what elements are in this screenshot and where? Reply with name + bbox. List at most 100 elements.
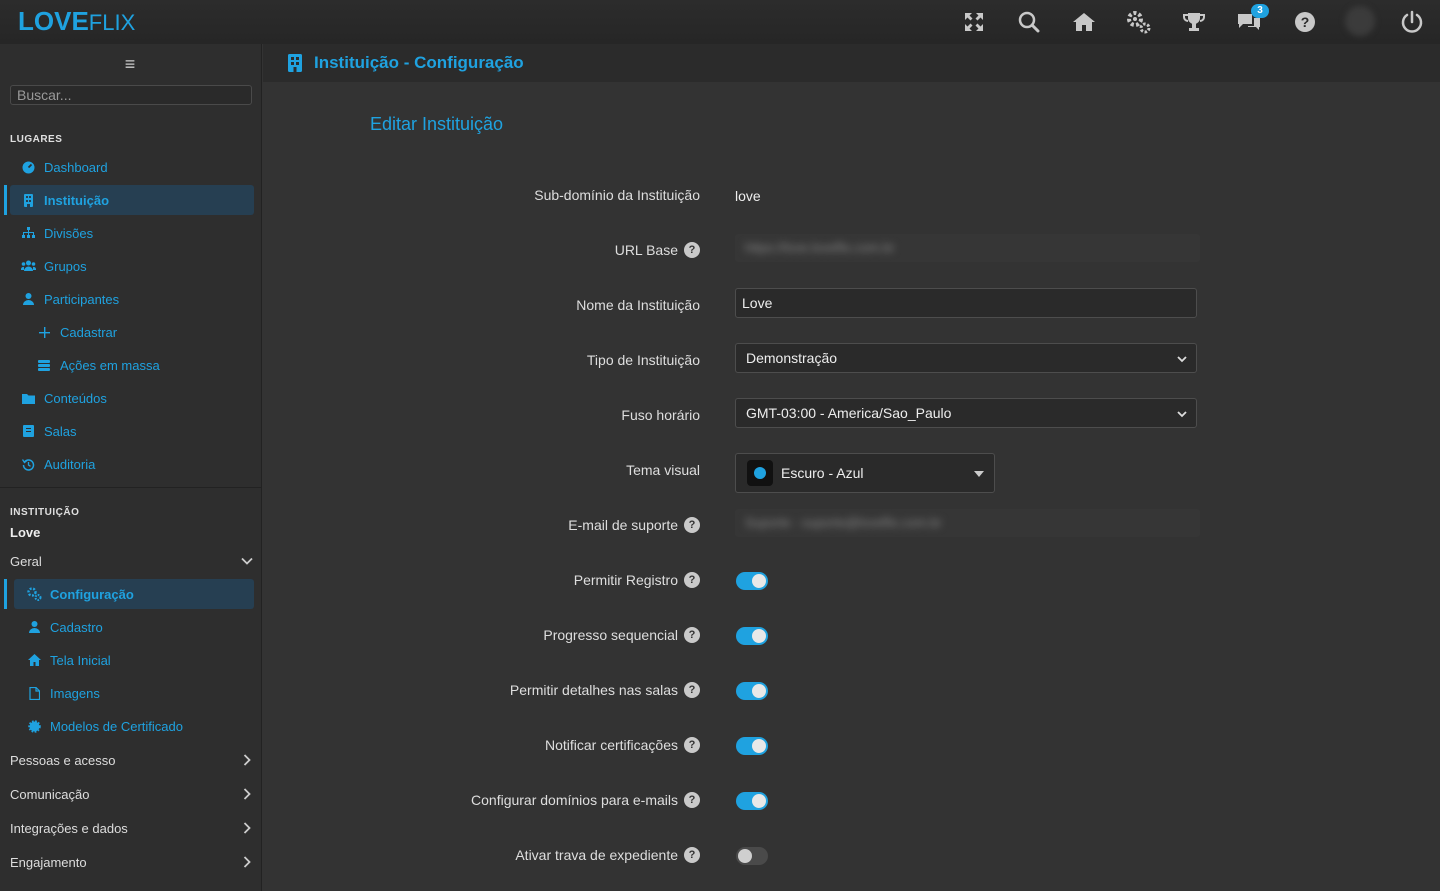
sidebar-item-label: Instituição xyxy=(44,192,110,208)
toggle-progresso-sequencial[interactable] xyxy=(736,627,768,645)
sidebar-item-participantes[interactable]: Participantes xyxy=(10,284,254,314)
chevron-down-icon xyxy=(1177,411,1187,418)
plus-icon xyxy=(36,324,52,340)
sidebar-item-grupos[interactable]: Grupos xyxy=(10,251,254,281)
toggle-notificar-certificacoes[interactable] xyxy=(736,737,768,755)
sidebar-group-geral[interactable]: Geral xyxy=(0,546,262,576)
toggle-permitir-registro[interactable] xyxy=(736,572,768,590)
app-logo[interactable]: LOVEFLIX xyxy=(18,6,135,37)
folder-icon xyxy=(20,390,36,406)
sidebar-group-integracoes[interactable]: Integrações e dados xyxy=(0,813,262,843)
certificate-icon xyxy=(26,718,42,734)
help-icon[interactable]: ? xyxy=(684,792,700,808)
file-icon xyxy=(26,685,42,701)
type-label: Tipo de Instituição xyxy=(586,352,700,368)
sidebar-item-dashboard[interactable]: Dashboard xyxy=(10,152,254,182)
trophy-icon[interactable] xyxy=(1180,8,1208,36)
user-icon xyxy=(26,619,42,635)
chevron-right-icon xyxy=(243,788,251,800)
sidebar-item-label: Salas xyxy=(44,423,77,439)
sidebar-item-label: Divisões xyxy=(44,225,94,241)
theme-label: Tema visual xyxy=(626,462,700,478)
group-label: Engajamento xyxy=(10,854,87,870)
sidebar-group-engajamento[interactable]: Engajamento xyxy=(0,847,262,877)
sidebar-item-divisoes[interactable]: Divisões xyxy=(10,218,254,248)
toggle-label-trava-expediente: Ativar trava de expediente? xyxy=(515,847,700,863)
settings-icon[interactable] xyxy=(1125,8,1153,36)
chat-badge: 3 xyxy=(1251,4,1269,18)
sidebar-item-configuracao[interactable]: Configuração xyxy=(14,579,254,609)
active-indicator xyxy=(4,185,7,215)
toggle-label-permitir-registro: Permitir Registro? xyxy=(574,572,700,588)
theme-select[interactable]: Escuro - Azul xyxy=(735,453,995,493)
toggle-trava-expediente[interactable] xyxy=(736,847,768,865)
select-value: GMT-03:00 - America/Sao_Paulo xyxy=(746,405,952,421)
sidebar-search-input[interactable] xyxy=(10,85,252,105)
active-indicator xyxy=(4,579,7,609)
help-icon[interactable]: ? xyxy=(1291,8,1319,36)
select-value: Escuro - Azul xyxy=(781,465,864,481)
toggle-label-detalhes-salas: Permitir detalhes nas salas? xyxy=(510,682,700,698)
help-icon[interactable]: ? xyxy=(684,517,700,533)
help-icon[interactable]: ? xyxy=(684,682,700,698)
subdomain-value: love xyxy=(735,188,761,204)
group-label: Geral xyxy=(10,553,42,569)
help-icon[interactable]: ? xyxy=(684,627,700,643)
url-label: URL Base? xyxy=(615,242,700,258)
sidebar-item-conteudos[interactable]: Conteúdos xyxy=(10,383,254,413)
page-header: Instituição - Configuração xyxy=(263,44,1440,82)
cogs-icon xyxy=(26,586,42,602)
chevron-right-icon xyxy=(243,856,251,868)
fullscreen-icon[interactable] xyxy=(960,8,988,36)
sidebar-item-modelos-certificado[interactable]: Modelos de Certificado xyxy=(14,711,254,741)
power-icon[interactable] xyxy=(1398,8,1426,36)
places-section-title: LUGARES xyxy=(10,134,63,145)
user-icon xyxy=(20,291,36,307)
institution-name-input[interactable] xyxy=(735,288,1197,318)
sidebar-item-acoes-em-massa[interactable]: Ações em massa xyxy=(10,350,254,380)
timezone-label: Fuso horário xyxy=(621,407,700,423)
history-icon xyxy=(20,456,36,472)
sidebar-group-comunicacao[interactable]: Comunicação xyxy=(0,779,262,809)
sidebar-item-cadastrar[interactable]: Cadastrar xyxy=(10,317,254,347)
sidebar-item-cadastro[interactable]: Cadastro xyxy=(14,612,254,642)
avatar[interactable] xyxy=(1345,6,1375,36)
sidebar-item-tela-inicial[interactable]: Tela Inicial xyxy=(14,645,254,675)
help-icon[interactable]: ? xyxy=(684,242,700,258)
home-icon[interactable] xyxy=(1070,8,1098,36)
toggle-detalhes-salas[interactable] xyxy=(736,682,768,700)
toggle-label-notificar-certificacoes: Notificar certificações? xyxy=(545,737,700,753)
menu-toggle-icon[interactable]: ≡ xyxy=(120,55,140,73)
help-icon[interactable]: ? xyxy=(684,737,700,753)
sidebar-item-label: Imagens xyxy=(50,685,100,701)
sidebar-item-imagens[interactable]: Imagens xyxy=(14,678,254,708)
sidebar-item-label: Tela Inicial xyxy=(50,652,111,668)
chevron-down-icon xyxy=(241,557,253,565)
sidebar-item-label: Conteúdos xyxy=(44,390,107,406)
sidebar-item-instituicao[interactable]: Instituição xyxy=(10,185,254,215)
sidebar-item-label: Grupos xyxy=(44,258,87,274)
help-icon[interactable]: ? xyxy=(684,572,700,588)
sidebar-item-label: Cadastro xyxy=(50,619,103,635)
timezone-select[interactable]: GMT-03:00 - America/Sao_Paulo xyxy=(735,398,1197,428)
sidebar-item-label: Auditoria xyxy=(44,456,96,472)
sidebar-item-label: Configuração xyxy=(50,586,134,602)
search-icon[interactable] xyxy=(1015,8,1043,36)
url-value: https://love.loveflix.com.br xyxy=(735,234,1200,262)
theme-swatch xyxy=(747,460,773,486)
building-icon xyxy=(20,192,36,208)
sidebar-item-label: Ações em massa xyxy=(60,357,160,373)
book-icon xyxy=(20,423,36,439)
institution-type-select[interactable]: Demonstração xyxy=(735,343,1197,373)
help-icon[interactable]: ? xyxy=(684,847,700,863)
toggle-label-dominios-emails: Configurar domínios para e-mails? xyxy=(471,792,700,808)
form-subtitle: Editar Instituição xyxy=(370,114,504,134)
support-email-value: Suporte - suporte@loveflix.com.br xyxy=(735,509,1200,537)
chat-icon[interactable]: 3 xyxy=(1235,4,1269,36)
sidebar-item-salas[interactable]: Salas xyxy=(10,416,254,446)
toggle-dominios-emails[interactable] xyxy=(736,792,768,810)
sidebar-item-auditoria[interactable]: Auditoria xyxy=(10,449,254,479)
users-icon xyxy=(20,258,36,274)
group-label: Comunicação xyxy=(10,786,90,802)
sidebar-group-pessoas-acesso[interactable]: Pessoas e acesso xyxy=(0,745,262,775)
